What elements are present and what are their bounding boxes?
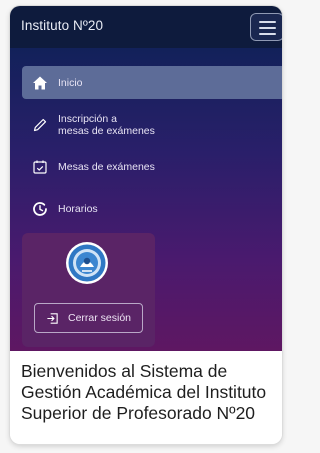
sidebar-item-mesas[interactable]: Mesas de exámenes — [22, 158, 282, 176]
user-card: Cerrar sesión — [22, 233, 155, 347]
home-icon — [33, 76, 47, 89]
sidebar-item-label: Horarios — [58, 203, 98, 215]
sidebar-item-inicio[interactable]: Inicio — [22, 66, 282, 99]
sidebar-item-inscripcion[interactable]: Inscripción a mesas de exámenes — [22, 110, 282, 140]
brand-title[interactable]: Instituto Nº20 — [21, 18, 103, 33]
pencil-icon — [33, 118, 47, 132]
sidebar-item-label: Inicio — [58, 76, 83, 89]
sidebar-item-label: Inscripción a mesas de exámenes — [58, 113, 155, 137]
welcome-title: Bienvenidos al Sistema de Gestión Académ… — [21, 361, 267, 423]
logout-icon — [47, 312, 58, 324]
logout-button[interactable]: Cerrar sesión — [34, 303, 143, 333]
hamburger-icon-bar — [259, 27, 276, 29]
hamburger-icon-bar — [259, 33, 276, 35]
institute-logo — [66, 242, 108, 284]
sidebar-item-label-line1: Inscripción a — [58, 113, 117, 125]
sidebar-item-label: Mesas de exámenes — [58, 161, 155, 173]
menu-toggle-button[interactable] — [250, 13, 282, 41]
top-navbar: Instituto Nº20 — [10, 6, 282, 48]
hamburger-icon — [259, 21, 276, 23]
calendar-check-icon — [33, 160, 47, 174]
sidebar-item-label-line2: mesas de exámenes — [58, 125, 155, 137]
clock-icon — [33, 202, 47, 216]
app-window: Instituto Nº20 Inicio Inscripción a mesa… — [10, 6, 282, 444]
logout-label: Cerrar sesión — [67, 312, 132, 324]
main-content: Bienvenidos al Sistema de Gestión Académ… — [10, 351, 282, 444]
sidebar: Inicio Inscripción a mesas de exámenes M… — [10, 48, 282, 351]
sidebar-item-horarios[interactable]: Horarios — [22, 200, 282, 218]
